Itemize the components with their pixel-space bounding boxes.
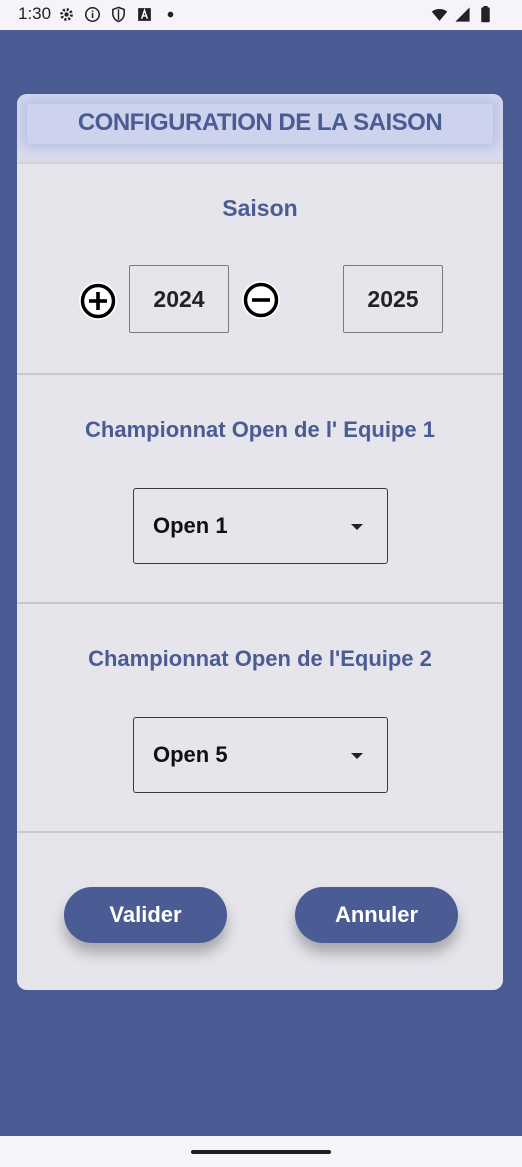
chevron-down-icon xyxy=(351,753,363,759)
team2-divider xyxy=(17,831,503,833)
team1-championship-select[interactable]: Open 1 xyxy=(133,488,388,564)
dialog-title: CONFIGURATION DE LA SAISON xyxy=(77,109,443,136)
team2-championship-select[interactable]: Open 5 xyxy=(133,717,388,793)
team1-selected-value: Open 1 xyxy=(153,513,228,538)
decrement-year-button[interactable] xyxy=(242,281,280,319)
team2-label: Championnat Open de l'Equipe 2 xyxy=(88,646,432,671)
settings-icon xyxy=(60,8,73,21)
signal-icon xyxy=(455,7,470,22)
dialog-header: CONFIGURATION DE LA SAISON xyxy=(17,94,503,162)
header-divider xyxy=(17,162,503,164)
cancel-button[interactable]: Annuler xyxy=(295,887,458,943)
season-config-dialog: CONFIGURATION DE LA SAISON Saison 2024 2… xyxy=(17,94,503,990)
start-year-field[interactable]: 2024 xyxy=(129,265,229,333)
season-label: Saison xyxy=(222,195,298,221)
team1-label: Championnat Open de l' Equipe 1 xyxy=(85,417,435,442)
end-year-field[interactable]: 2025 xyxy=(343,265,443,333)
info-icon xyxy=(84,6,101,23)
team2-selected-value: Open 5 xyxy=(153,742,228,767)
status-bar: 1:30 xyxy=(0,0,522,30)
status-right-icons xyxy=(431,6,494,23)
status-time: 1:30 xyxy=(18,4,52,23)
validate-button[interactable]: Valider xyxy=(64,887,227,943)
dot-icon xyxy=(167,11,174,18)
increment-year-button[interactable] xyxy=(79,282,117,320)
plus-circle-icon xyxy=(80,283,116,319)
wifi-icon xyxy=(431,9,448,21)
a-box-icon xyxy=(138,8,151,21)
shield-icon xyxy=(112,6,125,23)
chevron-down-icon xyxy=(351,524,363,530)
home-gesture-handle[interactable] xyxy=(191,1150,331,1154)
team1-divider xyxy=(17,602,503,604)
battery-icon xyxy=(481,6,490,23)
minus-circle-icon xyxy=(243,282,279,318)
status-left-icons xyxy=(58,6,179,23)
navigation-bar xyxy=(0,1136,522,1167)
season-divider xyxy=(17,373,503,375)
